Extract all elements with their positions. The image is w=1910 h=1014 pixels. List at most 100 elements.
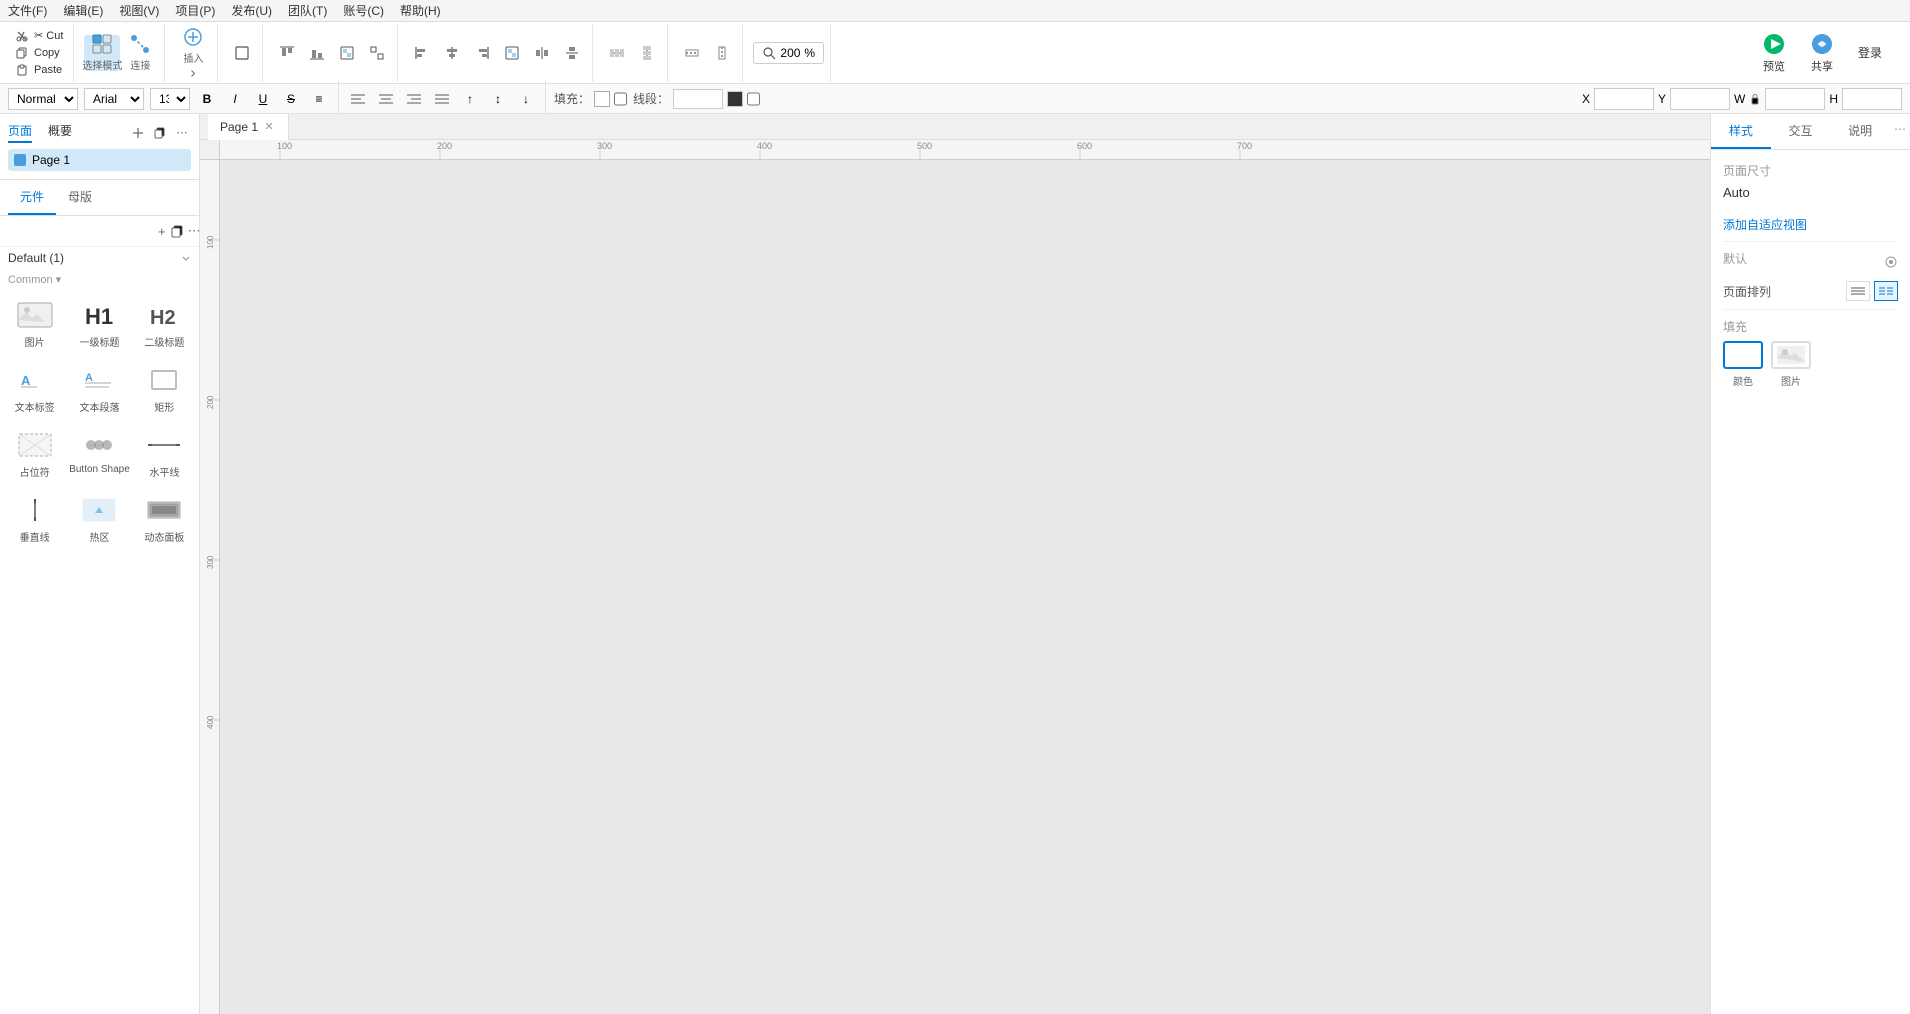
fill-image-option-box[interactable]	[1771, 341, 1811, 369]
array-icon-single[interactable]	[1846, 281, 1870, 301]
tab-masters[interactable]: 母版	[56, 180, 104, 215]
font-size-select[interactable]: 13	[150, 88, 190, 110]
menu-view[interactable]: 视图(V)	[119, 2, 159, 19]
paste-button[interactable]: Paste	[14, 62, 67, 78]
share-button[interactable]: 共享	[1802, 28, 1842, 78]
h-distribute-button[interactable]	[603, 39, 631, 67]
page-item-page1[interactable]: Page 1	[8, 149, 191, 171]
menu-account[interactable]: 账号(C)	[343, 2, 384, 19]
canvas-area: Page 1 ✕ 100 200 300	[200, 114, 1710, 1014]
comp-item-vr[interactable]: 垂直线	[8, 489, 61, 550]
tab-style[interactable]: 样式	[1711, 114, 1771, 149]
strikethrough-button[interactable]: S	[280, 88, 302, 110]
w-input[interactable]	[1765, 88, 1825, 110]
shape-tool-button[interactable]	[228, 39, 256, 67]
style-select[interactable]: Normal	[8, 88, 78, 110]
tab-pages[interactable]: 页面	[8, 122, 32, 143]
comp-item-button-shape[interactable]: Button Shape	[65, 424, 134, 485]
common-group-label[interactable]: Common ▾	[0, 269, 199, 290]
array-icon-double[interactable]	[1874, 281, 1898, 301]
comp-item-hotzone[interactable]: 热区	[65, 489, 134, 550]
underline-button[interactable]: U	[252, 88, 274, 110]
tab-overview[interactable]: 概要	[48, 122, 72, 143]
comp-item-placeholder[interactable]: 占位符	[8, 424, 61, 485]
menu-edit[interactable]: 编辑(E)	[63, 2, 103, 19]
select-mode-button[interactable]: 选择模式	[84, 35, 120, 71]
clipboard-section: ✂ Cut Copy Paste	[8, 24, 74, 82]
menu-file[interactable]: 文件(F)	[8, 2, 47, 19]
menu-publish[interactable]: 发布(U)	[231, 2, 272, 19]
justify-text-button[interactable]	[431, 88, 453, 110]
comp-item-text-para[interactable]: A 文本段落	[65, 359, 134, 420]
valign-top-button[interactable]: ↑	[459, 88, 481, 110]
snap-v-button[interactable]	[708, 39, 736, 67]
comp-item-h2[interactable]: H2 二级标题	[138, 294, 191, 355]
group-button[interactable]	[333, 39, 361, 67]
stroke-checkbox[interactable]	[747, 88, 760, 110]
new-page-button[interactable]	[129, 124, 147, 142]
tab-description[interactable]: 说明	[1830, 114, 1890, 149]
fill-option-color[interactable]: 颜色	[1723, 341, 1763, 388]
copy-page-button[interactable]	[151, 124, 169, 142]
fill-color-option-box[interactable]	[1723, 341, 1763, 369]
fill-option-image[interactable]: 图片	[1771, 341, 1811, 388]
menu-help[interactable]: 帮助(H)	[400, 2, 441, 19]
italic-button[interactable]: I	[224, 88, 246, 110]
comp-more-button[interactable]: ⋯	[188, 222, 199, 240]
x-input[interactable]	[1594, 88, 1654, 110]
font-family-select[interactable]: Arial	[84, 88, 144, 110]
canvas-tab-close[interactable]: ✕	[262, 120, 276, 134]
menu-team[interactable]: 团队(T)	[288, 2, 327, 19]
comp-item-dynamic-panel[interactable]: 动态面板	[138, 489, 191, 550]
preview-button[interactable]: 预览	[1754, 28, 1794, 78]
align-left-text-button[interactable]	[347, 88, 369, 110]
tab-interaction[interactable]: 交互	[1771, 114, 1831, 149]
canvas-tab-page1[interactable]: Page 1 ✕	[208, 114, 289, 140]
distribute-v-button[interactable]	[558, 39, 586, 67]
insert-button[interactable]: 插入	[175, 28, 211, 64]
comp-item-h1[interactable]: H1 一级标题	[65, 294, 134, 355]
y-input[interactable]	[1670, 88, 1730, 110]
responsive-link[interactable]: 添加自适应视图	[1723, 218, 1807, 232]
distribute-h-button[interactable]	[528, 39, 556, 67]
zoom-input[interactable]: 200%	[753, 42, 824, 64]
settings-icon[interactable]	[1884, 255, 1898, 269]
fill-color-box[interactable]	[594, 91, 610, 107]
copy-button[interactable]: Copy	[14, 45, 67, 61]
align-center-button[interactable]	[438, 39, 466, 67]
menu-project[interactable]: 项目(P)	[175, 2, 215, 19]
fill-checkbox[interactable]	[614, 88, 627, 110]
login-button[interactable]: 登录	[1850, 40, 1890, 65]
align-center-text-button[interactable]	[375, 88, 397, 110]
ungroup-button[interactable]	[363, 39, 391, 67]
comp-item-image[interactable]: 图片	[8, 294, 61, 355]
canvas-wrapper[interactable]: 100 200 300 400 500 600 700	[200, 140, 1710, 1014]
snap-h-button[interactable]	[678, 39, 706, 67]
valign-middle-button[interactable]: ↕	[487, 88, 509, 110]
valign-bottom-button[interactable]: ↓	[515, 88, 537, 110]
cut-button[interactable]: ✂ Cut	[14, 27, 67, 44]
insert-dropdown-icon[interactable]	[188, 66, 198, 78]
comp-copy-button[interactable]	[170, 222, 184, 240]
bold-button[interactable]: B	[196, 88, 218, 110]
align-right-text-button[interactable]	[403, 88, 425, 110]
comp-item-text-label[interactable]: A 文本标签	[8, 359, 61, 420]
tab-components[interactable]: 元件	[8, 180, 56, 215]
right-more-button[interactable]: ⋯	[1890, 114, 1910, 149]
more-page-button[interactable]: ⋯	[173, 124, 191, 142]
v-distribute-button[interactable]	[633, 39, 661, 67]
group2-button[interactable]	[498, 39, 526, 67]
stroke-value-input[interactable]	[673, 89, 723, 109]
connect-button[interactable]: 连接	[122, 35, 158, 71]
stroke-color-box[interactable]	[727, 91, 743, 107]
comp-search-input[interactable]	[12, 220, 154, 242]
align-top-button[interactable]	[273, 39, 301, 67]
comp-item-hr[interactable]: 水平线	[138, 424, 191, 485]
align-right-button[interactable]	[468, 39, 496, 67]
align-bottom-button[interactable]	[303, 39, 331, 67]
comp-item-rect[interactable]: 矩形	[138, 359, 191, 420]
comp-add-button[interactable]: +	[158, 222, 166, 240]
h-input[interactable]	[1842, 88, 1902, 110]
align-left-button[interactable]	[408, 39, 436, 67]
list-button[interactable]: ≡	[308, 88, 330, 110]
